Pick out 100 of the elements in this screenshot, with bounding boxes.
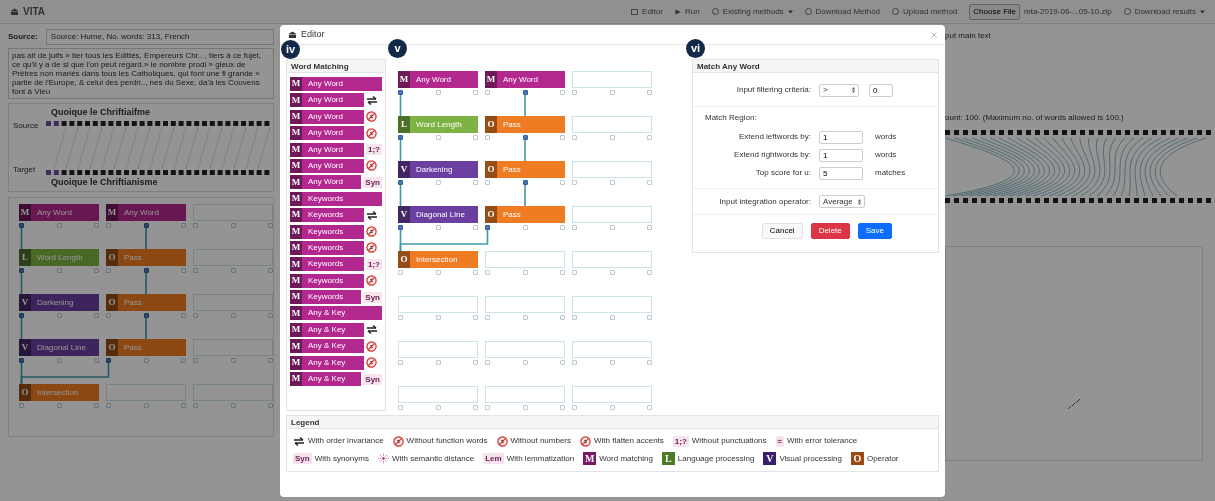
- legend-label: Operator: [866, 452, 899, 465]
- empty-slot[interactable]: [193, 384, 273, 401]
- number-field[interactable]: 1: [819, 148, 863, 162]
- operation-block[interactable]: O Intersection: [398, 251, 478, 268]
- category-letter: M: [290, 158, 302, 173]
- empty-slot[interactable]: [572, 206, 652, 223]
- operation-block[interactable]: L Word Length: [19, 249, 99, 266]
- operation-block[interactable]: V Diagonal Line: [398, 206, 478, 223]
- number-field[interactable]: 5: [819, 166, 863, 180]
- empty-slot[interactable]: [572, 161, 652, 178]
- category-letter: O: [485, 116, 497, 133]
- palette-block[interactable]: M Keywords: [290, 240, 364, 255]
- connection-port[interactable]: [522, 180, 528, 185]
- source-sentence: Quoique le Chriftiaifme: [51, 107, 150, 117]
- palette-block[interactable]: M Any & Key: [290, 355, 364, 370]
- operation-block[interactable]: O Pass: [106, 294, 186, 311]
- operation-block[interactable]: V Darkening: [19, 294, 99, 311]
- empty-slot[interactable]: [485, 251, 565, 268]
- operator-select[interactable]: Average: [819, 195, 865, 208]
- connection-port[interactable]: [143, 268, 149, 273]
- empty-slot[interactable]: [193, 249, 273, 266]
- empty-slot[interactable]: [572, 296, 652, 313]
- menu-link[interactable]: Download results: [1123, 5, 1205, 18]
- operation-block[interactable]: M Any Word: [398, 71, 478, 88]
- empty-slot[interactable]: [193, 339, 273, 356]
- operation-block[interactable]: V Diagonal Line: [19, 339, 99, 356]
- cancel-button[interactable]: Cancel: [761, 223, 803, 239]
- connection-port[interactable]: [522, 90, 528, 95]
- building-icon: [10, 7, 19, 16]
- palette-block[interactable]: M Any Word: [290, 93, 364, 108]
- menu-link[interactable]: Existing methods: [711, 5, 793, 18]
- menu-link[interactable]: Run: [674, 5, 700, 18]
- palette-block[interactable]: M Any & Key: [290, 306, 382, 321]
- palette-block[interactable]: M Keywords: [290, 290, 362, 305]
- palette-block[interactable]: M Keywords: [290, 208, 364, 223]
- save-button[interactable]: Save: [857, 223, 892, 239]
- operation-block[interactable]: O Intersection: [19, 384, 99, 401]
- empty-slot[interactable]: [398, 341, 478, 358]
- operator-select[interactable]: >: [819, 83, 859, 97]
- empty-slot[interactable]: [485, 341, 565, 358]
- palette-block[interactable]: M Any Word: [290, 109, 364, 124]
- operation-block[interactable]: M Any Word: [485, 71, 565, 88]
- menu-link[interactable]: Download Method: [804, 5, 881, 18]
- palette-block[interactable]: M Any & Key: [290, 372, 362, 387]
- prohibited-icon: [366, 160, 377, 172]
- empty-slot[interactable]: [572, 251, 652, 268]
- operation-block[interactable]: L Word Length: [398, 116, 478, 133]
- category-letter: O: [485, 161, 497, 178]
- menu-link[interactable]: Editor: [631, 5, 663, 18]
- menu-link[interactable]: Upload method: [892, 5, 958, 18]
- close-button[interactable]: [931, 30, 937, 39]
- operation-block[interactable]: O Pass: [485, 206, 565, 223]
- operation-block[interactable]: O Pass: [485, 116, 565, 133]
- number-field[interactable]: 1: [819, 130, 863, 144]
- empty-slot[interactable]: [106, 384, 186, 401]
- choose-file-button[interactable]: Choose File: [969, 3, 1020, 20]
- palette-block[interactable]: M Any Word: [290, 126, 364, 141]
- value-field[interactable]: 0: [869, 83, 893, 97]
- connection-port[interactable]: [143, 223, 149, 228]
- operation-block[interactable]: M Any Word: [19, 204, 99, 221]
- palette-block[interactable]: M Any & Key: [290, 339, 364, 354]
- palette-block[interactable]: M Keywords: [290, 224, 364, 239]
- empty-slot[interactable]: [572, 71, 652, 88]
- palette-block[interactable]: M Keywords: [290, 273, 364, 288]
- source-field[interactable]: Source: Hume, No. words: 313, French: [45, 29, 274, 45]
- palette-block[interactable]: M Any Word: [290, 175, 362, 190]
- connector-line: [20, 227, 23, 250]
- modifier-tag: 1;?: [366, 144, 382, 156]
- palette-block[interactable]: M Any & Key: [290, 322, 364, 337]
- empty-slot[interactable]: [193, 294, 273, 311]
- empty-slot[interactable]: [485, 386, 565, 403]
- empty-slot[interactable]: [485, 296, 565, 313]
- operation-block[interactable]: O Pass: [106, 249, 186, 266]
- empty-slot[interactable]: [193, 204, 273, 221]
- empty-slot[interactable]: [398, 386, 478, 403]
- unit-label: words: [875, 149, 897, 161]
- palette-block[interactable]: M Any Word: [290, 142, 364, 157]
- palette-block[interactable]: M Keywords: [290, 257, 364, 272]
- empty-slot[interactable]: [572, 341, 652, 358]
- category-letter: O: [106, 294, 118, 311]
- empty-slot[interactable]: [398, 296, 478, 313]
- operation-block[interactable]: M Any Word: [106, 204, 186, 221]
- operation-block[interactable]: V Darkening: [398, 161, 478, 178]
- connection-port[interactable]: [522, 135, 528, 140]
- operation-block[interactable]: O Pass: [106, 339, 186, 356]
- palette-block[interactable]: M Any Word: [290, 158, 364, 173]
- modifier-tag: Syn: [363, 176, 382, 188]
- empty-slot[interactable]: [572, 386, 652, 403]
- prohibited-icon: [366, 340, 377, 352]
- palette-block[interactable]: M Any Word: [290, 77, 382, 91]
- connection-port[interactable]: [143, 313, 149, 318]
- palette-block[interactable]: M Keywords: [290, 191, 382, 206]
- category-letter: M: [290, 240, 302, 255]
- empty-slot[interactable]: [572, 116, 652, 133]
- category-letter: L: [19, 249, 31, 266]
- field-label: Extend leftwords by:: [737, 131, 812, 143]
- delete-button[interactable]: Delete: [810, 223, 850, 239]
- swap-arrows-icon: [366, 210, 378, 220]
- category-letter: O: [106, 249, 118, 266]
- operation-block[interactable]: O Pass: [485, 161, 565, 178]
